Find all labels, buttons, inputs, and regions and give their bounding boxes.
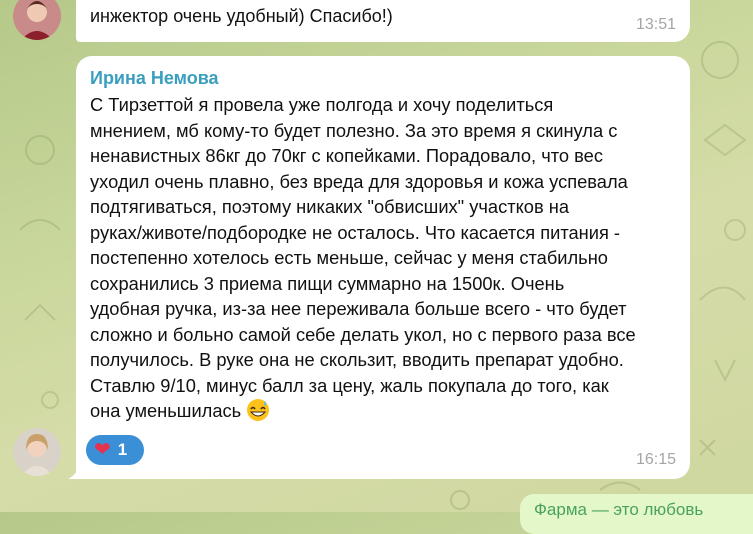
outgoing-message-bubble[interactable]: Фарма — это любовь <box>520 494 753 534</box>
reaction-badge[interactable]: ❤ 1 <box>86 435 144 465</box>
message-bubble[interactable]: инжектор очень удобный) Спасибо!) 13:51 <box>76 0 690 42</box>
message-time: 16:15 <box>635 451 676 468</box>
avatar[interactable] <box>13 428 61 476</box>
heart-icon: ❤ <box>94 439 111 461</box>
message-text: инжектор очень удобный) Спасибо!) <box>90 6 393 26</box>
message-bubble[interactable]: Ирина Немова С Тирзеттой я провела уже п… <box>68 56 690 479</box>
message-time: 13:51 <box>635 16 676 33</box>
outgoing-message-text: Фарма — это любовь <box>534 500 704 519</box>
grinning-sweat-emoji-icon <box>247 399 270 421</box>
bubble-tail <box>68 465 80 479</box>
sender-name[interactable]: Ирина Немова <box>90 68 219 89</box>
avatar[interactable] <box>13 0 61 40</box>
reaction-count: 1 <box>117 440 128 459</box>
message-body: С Тирзеттой я провела уже полгода и хочу… <box>90 94 636 421</box>
message-text: С Тирзеттой я провела уже полгода и хочу… <box>90 92 680 424</box>
